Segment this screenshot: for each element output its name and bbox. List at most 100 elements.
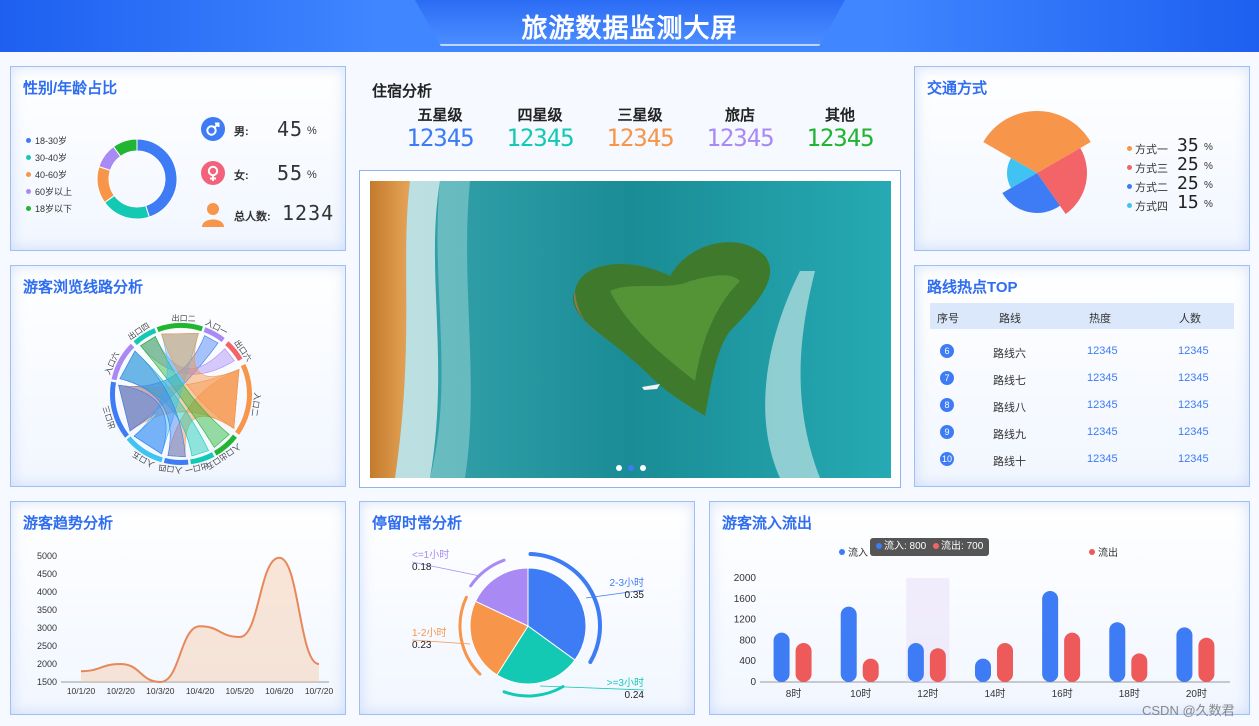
route-name: 路线六	[993, 348, 1026, 360]
route-heat: 12345	[1087, 453, 1118, 465]
route-name: 路线九	[993, 429, 1026, 441]
bar-in	[1109, 622, 1126, 682]
x-tick-label: 10/5/20	[225, 686, 254, 696]
y-tick-label: 2000	[734, 573, 757, 584]
x-tick-label: 10/4/20	[186, 686, 215, 696]
rank-badge: 6	[940, 344, 954, 358]
bar-out	[929, 648, 946, 682]
panel-title: 游客流入流出	[722, 515, 813, 532]
legend-value: 15	[1177, 192, 1199, 213]
bar-in	[1042, 591, 1059, 682]
legend-dot	[1127, 203, 1132, 208]
legend-item: 18岁以下	[35, 204, 73, 214]
panel-title: 交通方式	[927, 80, 988, 97]
female-percent: %	[307, 169, 317, 181]
carousel-dot-1[interactable]	[616, 465, 622, 471]
stay-panel: 停留时常分析 2-3小时 0.35 <=1小时 0.18 1-2小时 0.23 >=3小时 0…	[359, 501, 695, 715]
route-chord-chart: 入口一出口六入口二入口出口五出口一入口四入口五出口三入口六出口四出口二	[100, 313, 261, 476]
slice-value: 0.18	[412, 562, 432, 573]
rank-badge: 9	[940, 425, 954, 439]
legend-item: 30-40岁	[35, 153, 68, 163]
female-label: 女:	[234, 170, 249, 182]
lodging-label: 旅店	[724, 107, 755, 124]
route-arc	[156, 323, 203, 332]
rank-badge: 10	[940, 452, 954, 466]
slice-name: 2-3小时	[610, 577, 644, 589]
route-name: 路线八	[993, 402, 1026, 414]
panel-title: 停留时常分析	[372, 515, 463, 532]
bar-in	[773, 632, 790, 682]
carousel-frame	[359, 170, 901, 488]
route-name: 路线七	[993, 375, 1026, 387]
tooltip-in-dot	[876, 543, 882, 549]
x-tick-label: 20时	[1186, 688, 1207, 700]
lodging-label: 四星级	[517, 107, 563, 124]
x-tick-label: 12时	[917, 688, 938, 700]
legend-percent: %	[1204, 161, 1213, 172]
table-header-cell: 热度	[1089, 313, 1111, 325]
route-people: 12345	[1178, 372, 1209, 384]
carousel-dot-2[interactable]	[628, 465, 634, 471]
panel-title: 游客浏览线路分析	[23, 279, 144, 296]
female-icon	[201, 161, 225, 185]
route-people: 12345	[1178, 345, 1209, 357]
y-tick-label: 800	[739, 635, 756, 646]
flow-tooltip: 流入: 800 流出: 700	[870, 538, 990, 556]
legend-dot	[26, 189, 31, 194]
legend-dot	[26, 138, 31, 143]
trend-area-chart: 1500 2000 2500 3000 3500 4000 4500 5000 10/1/20 1…	[37, 551, 334, 696]
lodging-label: 其他	[824, 107, 855, 124]
male-label: 男:	[234, 126, 249, 138]
legend-item: 方式二	[1135, 182, 1168, 194]
y-tick-label: 1600	[734, 594, 757, 605]
legend-dot	[1127, 184, 1132, 189]
total-value: 1234	[282, 201, 335, 225]
legend-item: 方式一	[1135, 144, 1168, 156]
x-tick-label: 14时	[984, 688, 1005, 700]
y-tick-label: 1200	[734, 615, 757, 626]
female-value: 55	[277, 161, 304, 185]
route-node-label: 出口二	[171, 313, 195, 324]
legend-item: 18-30岁	[35, 136, 68, 146]
x-tick-label: 16时	[1052, 688, 1073, 700]
legend-dot	[26, 206, 31, 211]
x-tick-label: 10/7/20	[305, 686, 334, 696]
y-tick-label: 0	[750, 677, 756, 688]
lodging-value: 12345	[606, 124, 674, 152]
y-tick-label: 5000	[37, 551, 57, 561]
lodging-label: 五星级	[417, 107, 463, 124]
route-heat: 12345	[1087, 399, 1118, 411]
lodging-value: 12345	[806, 124, 874, 152]
donut-slice	[96, 166, 116, 204]
person-icon	[202, 203, 224, 227]
tooltip-in: 流入: 800	[884, 541, 927, 552]
slice-value: 0.35	[625, 590, 645, 601]
bar-in	[907, 643, 924, 682]
bar-out	[1064, 632, 1081, 682]
bar-in	[1176, 627, 1193, 682]
route-heat: 12345	[1087, 426, 1118, 438]
lodging-title: 住宿分析	[372, 83, 433, 100]
male-percent: %	[307, 125, 317, 137]
tooltip-out-dot	[933, 543, 940, 549]
carousel-dot-3[interactable]	[640, 465, 646, 471]
carousel-image[interactable]	[370, 181, 891, 478]
male-icon	[201, 117, 225, 141]
table-header-cell: 人数	[1179, 313, 1201, 325]
bar-out	[1131, 653, 1148, 682]
x-tick-label: 10/1/20	[67, 686, 96, 696]
bar-out	[997, 643, 1013, 682]
legend-percent: %	[1204, 199, 1213, 210]
route-people: 12345	[1178, 453, 1209, 465]
legend-percent: %	[1204, 180, 1213, 191]
legend-dot-out	[1089, 549, 1095, 555]
route-heat: 12345	[1087, 345, 1118, 357]
y-tick-label: 4000	[37, 587, 57, 597]
y-tick-label: 2000	[37, 659, 57, 669]
x-tick-label: 10/6/20	[265, 686, 294, 696]
tooltip-out: 流出: 700	[941, 541, 984, 552]
donut-slice	[103, 194, 150, 220]
x-tick-label: 10/2/20	[106, 686, 135, 696]
lodging-value: 12345	[706, 124, 774, 152]
legend-dot	[26, 155, 31, 160]
